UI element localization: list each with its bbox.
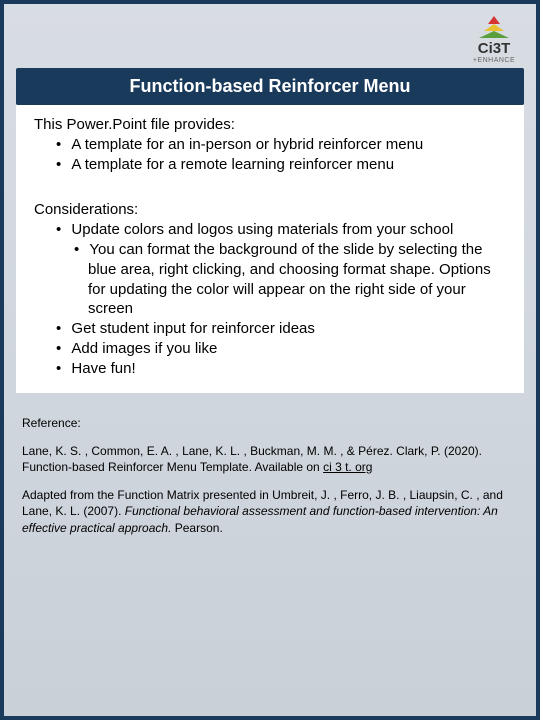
logo-text: Ci3T [464,40,524,57]
logo-area: Ci3T +ENHANCE [16,16,524,64]
list-item: A template for an in-person or hybrid re… [34,135,512,155]
content-box: This Power.Point file provides: A templa… [16,105,524,393]
reference-section: Reference: Lane, K. S. , Common, E. A. ,… [16,415,524,536]
reference-text: Lane, K. S. , Common, E. A. , Lane, K. L… [22,444,482,474]
reference-text: Pearson. [175,521,223,535]
reference-link[interactable]: ci 3 t. org [323,460,372,474]
list-item: Update colors and logos using materials … [34,220,512,240]
reference-para-1: Lane, K. S. , Common, E. A. , Lane, K. L… [22,443,518,475]
list-item: You can format the background of the sli… [34,240,512,319]
list-item: Add images if you like [34,339,512,359]
list-item: A template for a remote learning reinfor… [34,155,512,175]
considerations-list: Update colors and logos using materials … [34,220,512,240]
triangle-icon [479,16,509,38]
reference-heading: Reference: [22,415,518,431]
intro-list: A template for an in-person or hybrid re… [34,135,512,175]
logo: Ci3T +ENHANCE [464,16,524,64]
considerations-list-cont: Get student input for reinforcer ideas A… [34,319,512,378]
logo-subtext: +ENHANCE [464,57,524,64]
list-item: Get student input for reinforcer ideas [34,319,512,339]
considerations-heading: Considerations: [34,200,512,220]
intro-line: This Power.Point file provides: [34,115,512,135]
considerations-sublist: You can format the background of the sli… [34,240,512,319]
title-bar: Function-based Reinforcer Menu [16,68,524,105]
reference-para-2: Adapted from the Function Matrix present… [22,487,518,536]
list-item: Have fun! [34,359,512,379]
